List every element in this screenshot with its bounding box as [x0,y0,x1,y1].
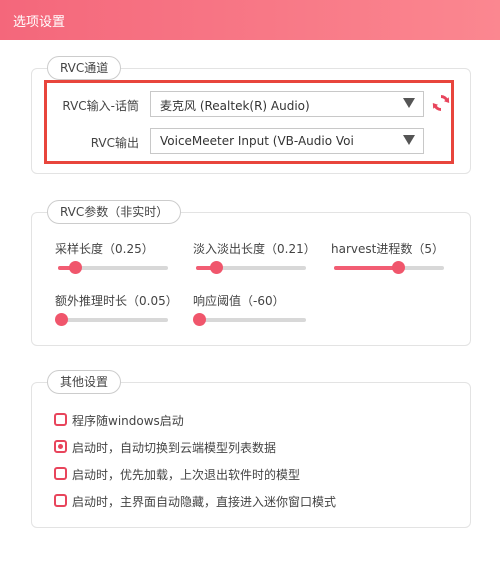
other-settings-group-label: 其他设置 [47,370,122,394]
option-label: 程序随windows启动 [72,414,184,428]
slider-label-sample-length: 采样长度（0.25） [55,242,154,256]
option-label: 启动时，优先加载，上次退出软件时的模型 [72,468,301,482]
option-label: 启动时，主界面自动隐藏，直接进入迷你窗口模式 [72,495,337,509]
checkbox-load-last-model[interactable] [54,467,67,480]
slider-fill [334,266,398,270]
checkbox-mini-window-mode[interactable] [54,494,67,507]
slider-extra-inference[interactable] [55,313,168,326]
slider-thumb[interactable] [391,261,405,274]
rvc-input-label: RVC输入-话筒 [62,99,139,113]
title-bar: 选项设置 [0,0,500,40]
window-title: 选项设置 [13,15,66,30]
slider-sample-length[interactable] [58,261,168,274]
slider-label-harvest-processes: harvest进程数（5） [331,242,444,256]
slider-response-threshold[interactable] [193,313,306,326]
slider-thumb[interactable] [55,313,68,326]
slider-crossfade-length[interactable] [196,261,306,274]
slider-label-crossfade-length: 淡入淡出长度（0.21） [193,242,316,256]
rvc-output-select[interactable]: VoiceMeeter Input (VB-Audio Voi [150,128,424,154]
slider-label-extra-inference: 额外推理时长（0.05） [55,294,178,308]
rvc-output-label: RVC输出 [90,136,139,150]
refresh-icon[interactable] [432,94,450,112]
chevron-down-icon [403,98,415,108]
option-label: 启动时，自动切换到云端模型列表数据 [72,441,277,455]
slider-thumb[interactable] [193,313,206,326]
rvc-input-value: 麦克风 (Realtek(R) Audio) [160,99,310,113]
rvc-output-value: VoiceMeeter Input (VB-Audio Voi [160,134,354,148]
checkbox-dot [58,444,63,449]
chevron-down-icon [403,135,415,145]
slider-harvest-processes[interactable] [334,261,444,274]
rvc-params-group [31,212,471,346]
rvc-input-select[interactable]: 麦克风 (Realtek(R) Audio) [150,91,424,117]
slider-thumb[interactable] [209,261,223,274]
checkbox-cloud-model-list[interactable] [54,440,67,453]
checkbox-start-with-windows[interactable] [54,413,67,426]
slider-thumb[interactable] [68,261,82,274]
rvc-channel-group-label: RVC通道 [47,56,122,80]
rvc-params-group-label: RVC参数（非实时） [47,200,182,224]
slider-label-response-threshold: 响应阈值（-60） [193,294,285,308]
